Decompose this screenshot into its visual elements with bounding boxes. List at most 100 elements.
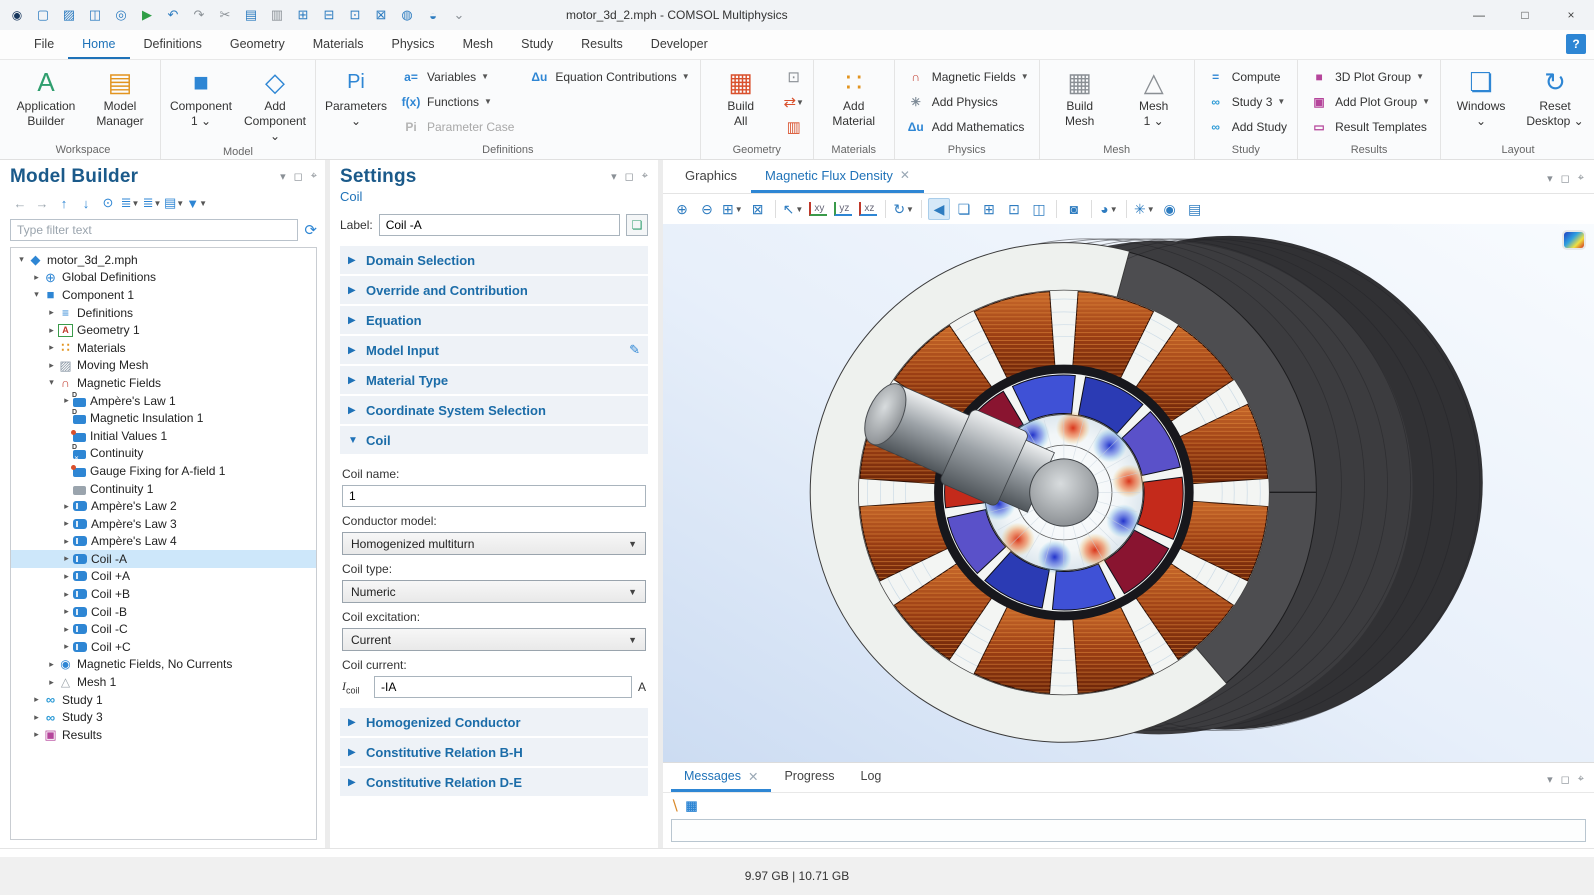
tree-expander-icon[interactable]: ▾ <box>30 289 43 300</box>
maximize-button[interactable]: □ <box>1502 0 1548 30</box>
move-up-icon[interactable]: ↑ <box>54 193 74 213</box>
paste-icon[interactable]: ▥ <box>266 5 288 25</box>
image-settings-icon[interactable]: ◕▼ <box>1098 198 1120 220</box>
minimize-button[interactable]: — <box>1456 0 1502 30</box>
coil-type-select[interactable]: Numeric▼ <box>342 580 646 603</box>
run-icon[interactable]: ▶ <box>136 5 158 25</box>
tree-item-definitions[interactable]: ▸Definitions <box>11 304 316 322</box>
add-plot-group-button[interactable]: ▣Add Plot Group▼ <box>1302 89 1436 114</box>
tree-expander-icon[interactable]: ▸ <box>60 589 73 600</box>
grid-icon[interactable]: ⊞ <box>978 198 1000 220</box>
rotate-icon[interactable]: ↻▼ <box>892 198 915 220</box>
build-mesh-button[interactable]: ▦BuildMesh <box>1044 62 1116 129</box>
comsol-logo-icon[interactable]: ◉ <box>6 5 28 25</box>
tree-expander-icon[interactable]: ▸ <box>60 571 73 582</box>
menu-results[interactable]: Results <box>567 30 637 59</box>
tree-item-coil-+c[interactable]: ▸Coil +C <box>11 638 316 656</box>
close-tab-icon[interactable]: ✕ <box>900 168 910 182</box>
panel-float-icon[interactable]: ◻ <box>1561 773 1570 786</box>
panel-pin-icon[interactable]: ⌖ <box>1578 172 1584 185</box>
menu-geometry[interactable]: Geometry <box>216 30 299 59</box>
create-selection-button[interactable]: ❏ <box>626 214 648 236</box>
application-builder-button[interactable]: AApplicationBuilder <box>10 62 82 129</box>
duplicate-icon[interactable]: ⊞ <box>292 5 314 25</box>
tree-filter-input[interactable] <box>10 219 298 241</box>
zoom-out-icon[interactable]: ⊖ <box>696 198 718 220</box>
study-3-button[interactable]: ∞Study 3▼ <box>1199 89 1293 114</box>
section-material-type[interactable]: ▶Material Type <box>340 366 648 394</box>
tree-expander-icon[interactable]: ▸ <box>60 641 73 652</box>
tree-item-global-definitions[interactable]: ▸Global Definitions <box>11 269 316 287</box>
tree-item-magnetic-insulation-1[interactable]: Magnetic Insulation 1 <box>11 409 316 427</box>
clear-messages-icon[interactable]: ⧹ <box>673 798 677 814</box>
print-icon[interactable]: ▤ <box>1184 198 1206 220</box>
edit-icon[interactable]: ✎ <box>629 342 640 358</box>
toolbar-more-icon[interactable]: ⌄ <box>448 5 470 25</box>
show-plot-in-window-icon[interactable]: ⊡ <box>1003 198 1025 220</box>
model-manager-button[interactable]: ▤ModelManager <box>84 62 156 129</box>
tree-item-mesh-1[interactable]: ▸Mesh 1 <box>11 673 316 691</box>
tree-expander-icon[interactable]: ▸ <box>60 553 73 564</box>
environment-icon[interactable]: ✳▼ <box>1133 198 1156 220</box>
tree-item-study-1[interactable]: ▸Study 1 <box>11 691 316 709</box>
tree-expander-icon[interactable]: ▸ <box>45 325 58 336</box>
tree-item-coil-+b[interactable]: ▸Coil +B <box>11 585 316 603</box>
help-button[interactable]: ? <box>1566 34 1586 54</box>
delete-icon[interactable]: ⊟ <box>318 5 340 25</box>
view-xz-icon[interactable]: xz <box>857 198 879 220</box>
label-field-input[interactable] <box>379 214 620 236</box>
tree-item-magnetic-fields[interactable]: ▾Magnetic Fields <box>11 374 316 392</box>
windows-button[interactable]: ❏Windows⌄ <box>1445 62 1517 129</box>
move-down-icon[interactable]: ↓ <box>76 193 96 213</box>
coil-name-input[interactable] <box>342 485 646 507</box>
section-domain-selection[interactable]: ▶Domain Selection <box>340 246 648 274</box>
panel-float-icon[interactable]: ◻ <box>294 170 303 183</box>
tree-item-amp-re-s-law-1[interactable]: ▸Ampère's Law 1 <box>11 392 316 410</box>
tree-item-amp-re-s-law-4[interactable]: ▸Ampère's Law 4 <box>11 533 316 551</box>
section-model-input[interactable]: ▶Model Input✎ <box>340 336 648 364</box>
tree-expander-icon[interactable]: ▸ <box>45 677 58 688</box>
tree-expander-icon[interactable]: ▸ <box>45 342 58 353</box>
tree-expander-icon[interactable]: ▸ <box>45 659 58 670</box>
redo-icon[interactable]: ↷ <box>188 5 210 25</box>
panel-menu-icon[interactable]: ▾ <box>280 170 286 183</box>
scene-light-icon[interactable]: ◀ <box>928 198 950 220</box>
save-as-icon[interactable]: ◎ <box>110 5 132 25</box>
plot-group-3d-button[interactable]: ■3D Plot Group▼ <box>1302 64 1436 89</box>
view-yz-icon[interactable]: yz <box>832 198 854 220</box>
result-templates-button[interactable]: ▭Result Templates <box>1302 114 1436 139</box>
collapse-all-icon[interactable]: ≣▼ <box>142 193 162 213</box>
tree-expander-icon[interactable]: ▾ <box>15 254 28 265</box>
panel-pin-icon[interactable]: ⌖ <box>311 170 317 183</box>
tree-item-coil--a[interactable]: ▸Coil -A <box>11 550 316 568</box>
coil-current-input[interactable] <box>374 676 632 698</box>
color-legend-icon[interactable]: ◫ <box>1028 198 1050 220</box>
tree-item-coil-+a[interactable]: ▸Coil +A <box>11 568 316 586</box>
tree-expander-icon[interactable]: ▸ <box>30 712 43 723</box>
component-1-button[interactable]: ■Component1 ⌄ <box>165 62 237 129</box>
tree-item-materials[interactable]: ▸Materials <box>11 339 316 357</box>
tree-item-moving-mesh[interactable]: ▸Moving Mesh <box>11 357 316 375</box>
tree-expander-icon[interactable]: ▸ <box>60 536 73 547</box>
go-to-view-icon[interactable]: ↖▼ <box>782 198 805 220</box>
tree-expander-icon[interactable]: ▸ <box>30 729 43 740</box>
section-constitutive-bh[interactable]: ▶Constitutive Relation B-H <box>340 738 648 766</box>
copy-table-icon[interactable]: ▦ <box>685 798 697 814</box>
model-tree-node-icon[interactable]: ▤▼ <box>164 193 184 213</box>
tree-item-amp-re-s-law-2[interactable]: ▸Ampère's Law 2 <box>11 497 316 515</box>
panel-pin-icon[interactable]: ⌖ <box>642 170 648 183</box>
transparency-icon[interactable]: ❏ <box>953 198 975 220</box>
zoom-in-icon[interactable]: ⊕ <box>671 198 693 220</box>
tree-item-gauge-fixing-for-a-field-1[interactable]: Gauge Fixing for A-field 1 <box>11 462 316 480</box>
section-coord-sys[interactable]: ▶Coordinate System Selection <box>340 396 648 424</box>
zoom-extents-icon[interactable]: ⊠ <box>747 198 769 220</box>
menu-materials[interactable]: Materials <box>299 30 378 59</box>
insert-sequence-icon[interactable]: ⊡ <box>779 66 809 88</box>
add-component-button[interactable]: ◇AddComponent ⌄ <box>239 62 311 144</box>
close-tab-icon[interactable]: ✕ <box>748 769 758 784</box>
nav-back-icon[interactable]: ← <box>10 193 30 213</box>
panel-float-icon[interactable]: ◻ <box>1561 172 1570 185</box>
undo-icon[interactable]: ↶ <box>162 5 184 25</box>
panel-menu-icon[interactable]: ▾ <box>1547 773 1553 786</box>
panel-menu-icon[interactable]: ▾ <box>611 170 617 183</box>
